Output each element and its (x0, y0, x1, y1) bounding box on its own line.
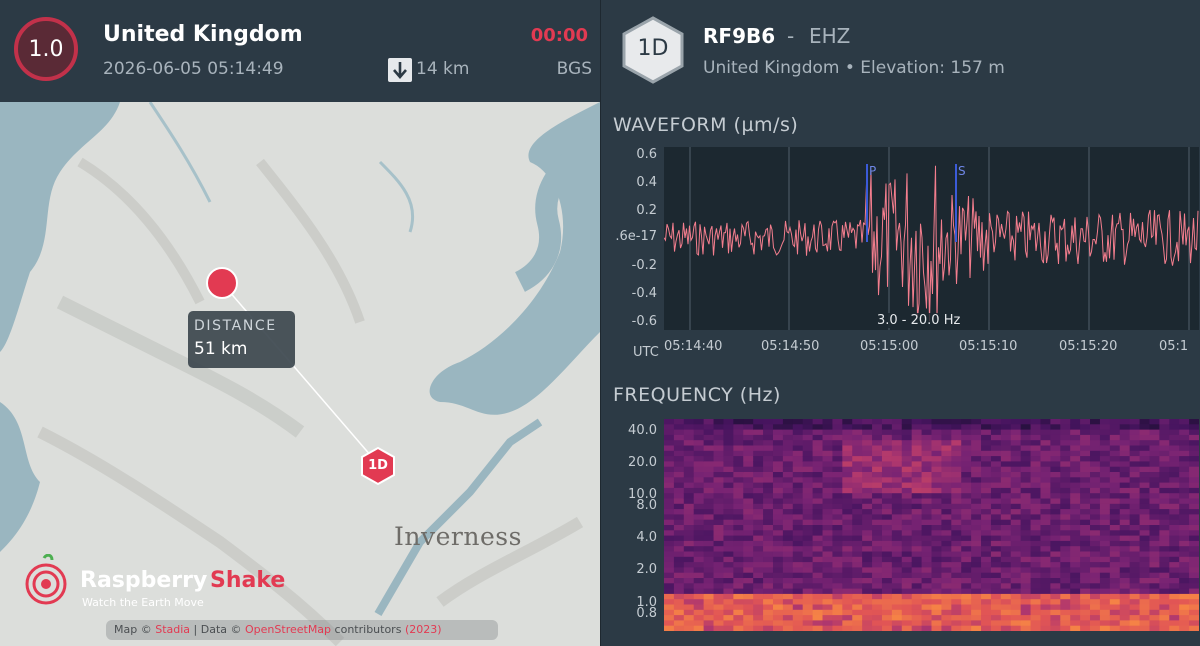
distance-value: 51 km (194, 339, 248, 359)
logo-word-raspberry: Raspberry (80, 568, 208, 593)
event-source: BGS (556, 59, 592, 79)
waveform-x-tick: 05:15:10 (959, 339, 1018, 354)
waveform-x-tick: 05:14:40 (664, 339, 723, 354)
waveform-y-tick: 0.2 (636, 203, 657, 218)
station-separator: - (787, 24, 795, 48)
epicenter-marker[interactable] (206, 267, 238, 299)
waveform-y-tick: 0.6 (636, 147, 657, 162)
logo-word-shake: Shake (210, 568, 286, 593)
waveform-plot[interactable]: PS (664, 147, 1199, 330)
waveform-p-marker-label: P (869, 164, 876, 178)
waveform-y-tick: -0.6 (631, 314, 657, 329)
waveform-svg: PS (664, 147, 1199, 330)
event-panel: 1.0 United Kingdom 2026-06-05 05:14:49 1… (0, 0, 600, 646)
spectrogram-svg (664, 419, 1199, 631)
attribution-link-stadia[interactable]: Stadia (155, 623, 190, 636)
station-code: RF9B6 (703, 24, 776, 48)
logo-tagline: Watch the Earth Move (82, 596, 204, 609)
station-marker-label: 1D (368, 458, 388, 473)
distance-tooltip: DISTANCE 51 km (188, 311, 295, 368)
frequency-y-tick: 20.0 (628, 455, 657, 470)
waveform-trace (664, 165, 1199, 322)
filter-band-label: 3.0 - 20.0 Hz (873, 313, 965, 328)
waveform-x-tick: 05:15:00 (860, 339, 919, 354)
station-location: United Kingdom • Elevation: 157 m (703, 58, 1005, 78)
waveform-x-tick: 05:14:50 (761, 339, 820, 354)
waveform-x-tick: 05:15:20 (1059, 339, 1118, 354)
attribution-suffix: contributors (334, 623, 402, 636)
waveform-title: WAVEFORM (µm/s) (613, 114, 799, 136)
frequency-title: FREQUENCY (Hz) (613, 384, 781, 406)
waveform-x-tick: 05:1 (1159, 339, 1189, 354)
frequency-y-tick: 8.0 (636, 498, 657, 513)
event-header[interactable]: 1.0 United Kingdom 2026-06-05 05:14:49 1… (0, 0, 600, 102)
frequency-y-tick: 2.0 (636, 562, 657, 577)
map-view[interactable]: Inverness DISTANCE 51 km 1D Raspberry Sh… (0, 102, 600, 646)
waveform-s-marker-label: S (958, 164, 966, 178)
map-attribution: Map © Stadia | Data © OpenStreetMap cont… (106, 620, 498, 640)
spectrogram-plot[interactable] (664, 419, 1199, 631)
frequency-y-tick: 40.0 (628, 423, 657, 438)
countdown-timer: 00:00 (530, 25, 588, 46)
magnitude-badge: 1.0 (14, 17, 78, 81)
attribution-mid: | Data © (193, 623, 242, 636)
waveform-y-tick: -0.2 (631, 258, 657, 273)
depth-arrow-icon (388, 58, 412, 82)
frequency-y-tick: 4.0 (636, 530, 657, 545)
city-label-inverness: Inverness (394, 522, 522, 551)
waveform-y-tick: .6e-17 (615, 229, 657, 244)
waveform-y-tick: -0.4 (631, 286, 657, 301)
event-region: United Kingdom (103, 22, 303, 47)
raspberry-icon (25, 553, 67, 605)
frequency-y-tick: 0.8 (636, 606, 657, 621)
station-header[interactable]: 1D RF9B6 - EHZ United Kingdom • Elevatio… (601, 0, 1200, 102)
attribution-link-osm[interactable]: OpenStreetMap (245, 623, 331, 636)
raspberry-shake-logo: Raspberry Shake Watch the Earth Move (24, 553, 324, 614)
attribution-prefix: Map © (114, 623, 152, 636)
distance-title: DISTANCE (194, 318, 277, 334)
station-marker[interactable]: 1D (360, 446, 396, 486)
attribution-link-year[interactable]: (2023) (405, 623, 442, 636)
event-datetime: 2026-06-05 05:14:49 (103, 59, 284, 79)
waveform-timezone-label: UTC (633, 345, 659, 360)
event-depth: 14 km (416, 59, 470, 79)
station-channel: EHZ (809, 24, 851, 48)
station-badge-label: 1D (637, 36, 669, 61)
waveform-y-tick: 0.4 (636, 175, 657, 190)
